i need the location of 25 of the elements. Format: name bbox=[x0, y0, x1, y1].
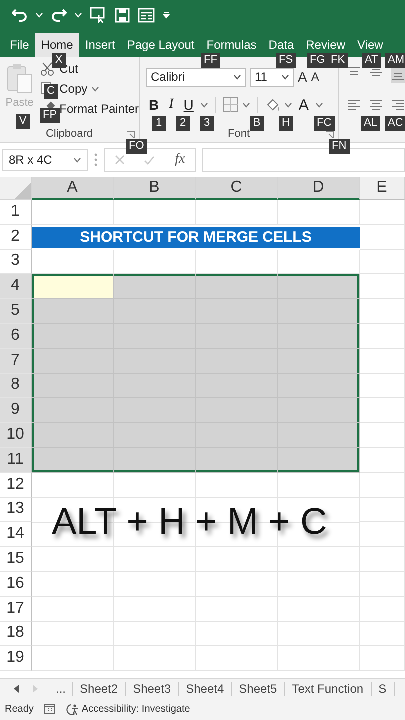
title-banner: SHORTCUT FOR MERGE CELLS bbox=[32, 226, 360, 248]
key-tip-tooltip: X bbox=[52, 53, 66, 68]
key-tip-tooltip: FP bbox=[40, 108, 60, 123]
shortcut-caption: ALT + H + M + C bbox=[32, 498, 360, 548]
key-tip-tooltip: 1 bbox=[152, 116, 166, 131]
key-tip-tooltip: AM bbox=[385, 53, 405, 68]
group-label: Clipboard bbox=[46, 128, 94, 140]
key-tip-tooltip: H bbox=[279, 116, 293, 131]
key-tip-tooltip: V bbox=[16, 114, 30, 129]
key-tip-tooltip: 3 bbox=[200, 116, 214, 131]
key-tip-tooltip: AL bbox=[361, 116, 380, 131]
status-text: Ready bbox=[5, 704, 34, 714]
key-tip-tooltip: C bbox=[44, 84, 58, 99]
key-tip-tooltip: FS bbox=[276, 53, 296, 68]
key-tip-tooltip: AT bbox=[362, 53, 382, 68]
key-tip-tooltip: FO bbox=[126, 139, 148, 154]
key-tip-tooltip: FN bbox=[329, 139, 350, 154]
key-tip-tooltip: FK bbox=[328, 53, 348, 68]
key-tip-tooltip: FC bbox=[314, 116, 335, 131]
key-tip-tooltip: B bbox=[250, 116, 264, 131]
key-tip-tooltip: FF bbox=[201, 53, 220, 68]
group-label: Font bbox=[228, 128, 250, 140]
key-tip-tooltip: AC bbox=[385, 116, 405, 131]
key-tip-tooltip: 2 bbox=[176, 116, 190, 131]
key-tip-tooltip: FG bbox=[307, 53, 328, 68]
